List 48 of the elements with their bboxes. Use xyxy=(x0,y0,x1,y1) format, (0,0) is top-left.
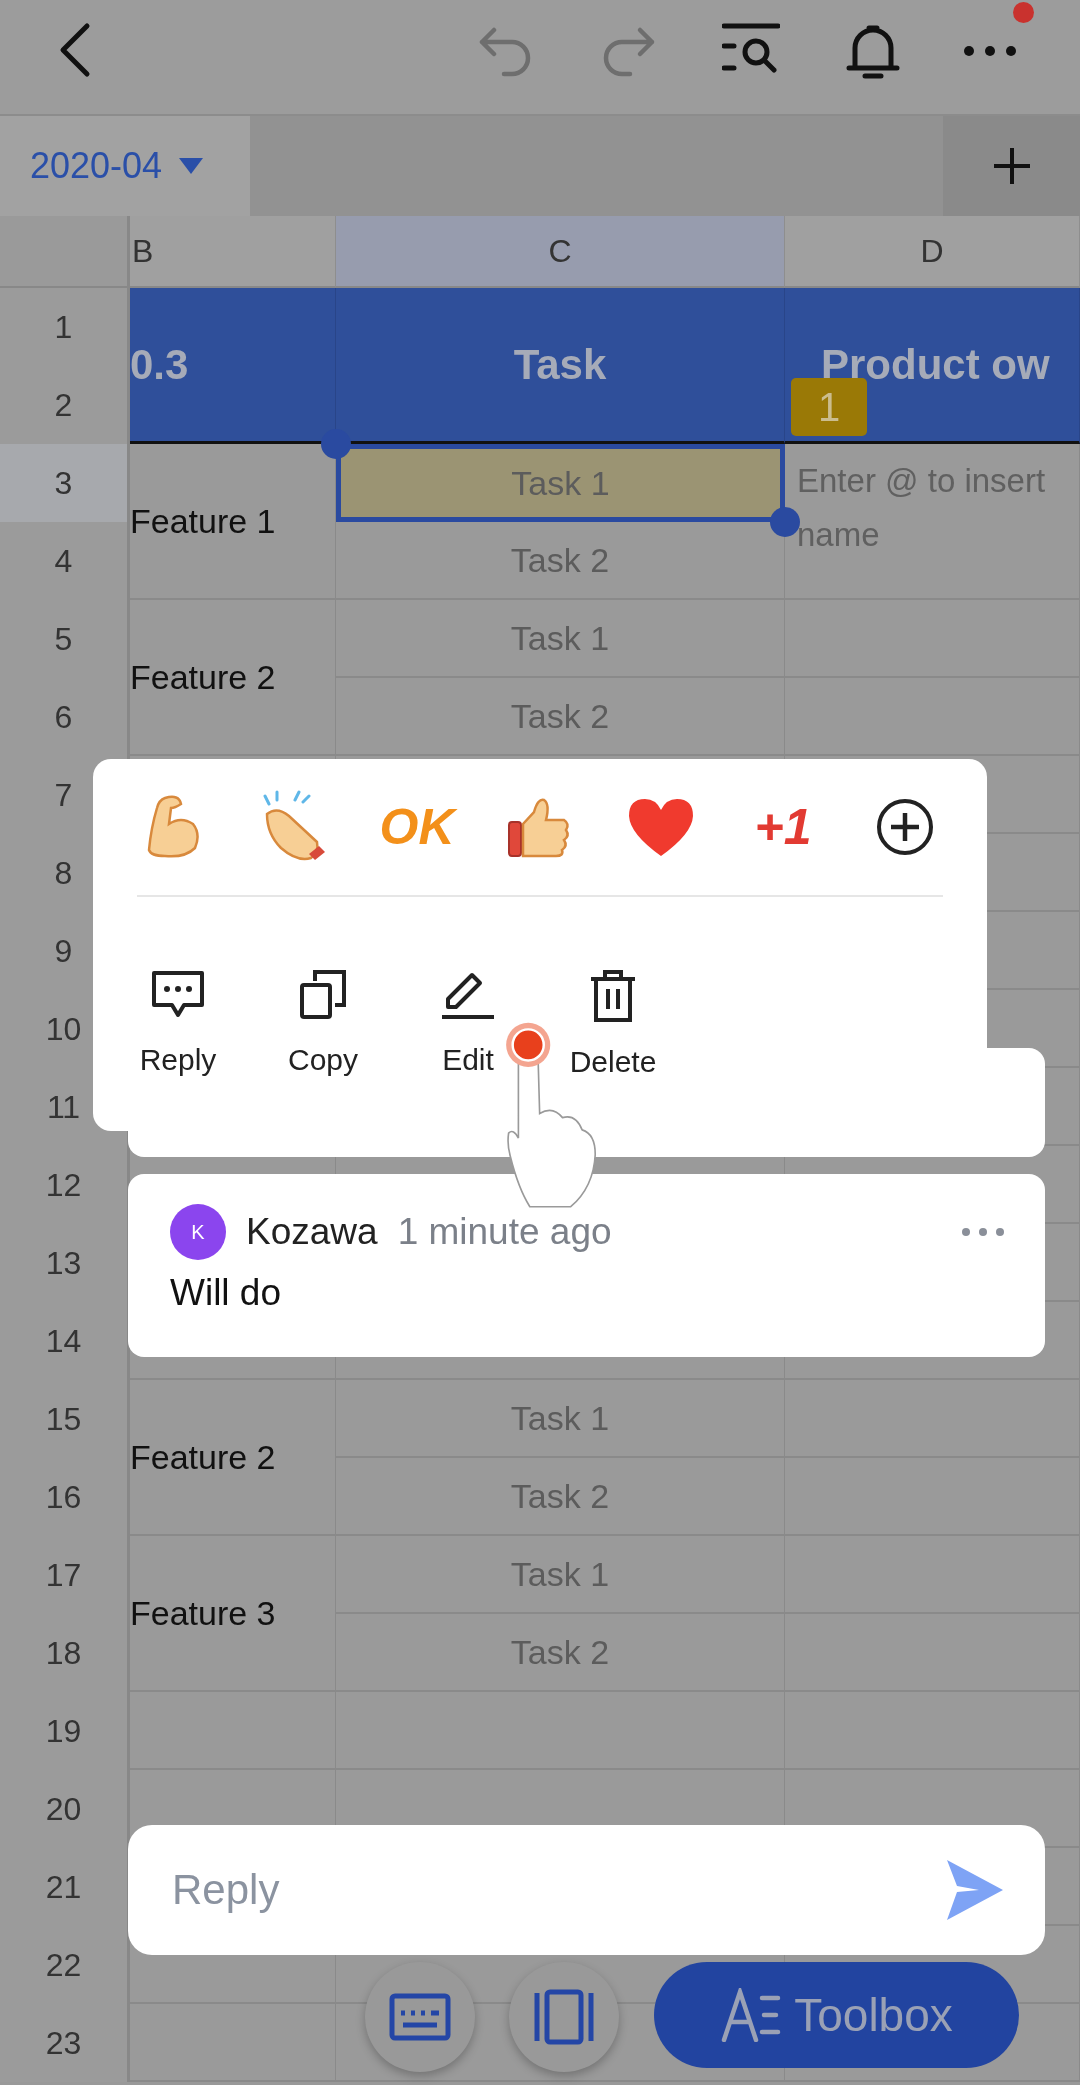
menu-action[interactable]: Reply xyxy=(139,969,217,1079)
notification-dot xyxy=(1013,2,1034,23)
table-cell: Feature 2 xyxy=(130,1380,336,1536)
copy-icon xyxy=(299,969,347,1021)
header-cell: 0.3 xyxy=(130,288,336,444)
keyboard-icon xyxy=(389,1993,451,2041)
table-cell[interactable]: Task 1 xyxy=(336,1536,785,1614)
add-icon xyxy=(876,798,934,856)
reply-input[interactable]: Reply xyxy=(170,1865,945,1915)
more-icon[interactable] xyxy=(961,1227,1005,1237)
reaction-button[interactable]: +1 xyxy=(743,787,823,867)
menu-action[interactable]: Copy xyxy=(287,969,358,1079)
table-cell[interactable]: Task 2 xyxy=(336,1614,785,1692)
sheet-tab[interactable]: 2020-04 xyxy=(0,116,250,216)
table-cell[interactable]: Task 2 xyxy=(336,1458,785,1536)
more-icon[interactable] xyxy=(962,44,1018,58)
menu-action[interactable]: Edit xyxy=(440,969,496,1079)
reaction-button[interactable]: OK xyxy=(377,787,457,867)
dropdown-caret-icon xyxy=(178,157,205,175)
avatar: K xyxy=(170,1204,226,1260)
comment-time: 1 minute ago xyxy=(397,1211,612,1253)
column-header[interactable]: D xyxy=(785,216,1080,288)
text-format-icon xyxy=(720,1988,783,2042)
table-cell[interactable]: Task 1 xyxy=(336,600,785,678)
cell-placeholder[interactable]: Enter @ to insert name xyxy=(797,454,1079,562)
menu-action[interactable]: Delete xyxy=(569,969,657,1079)
reply-field[interactable]: Reply xyxy=(128,1825,1045,1955)
send-icon[interactable] xyxy=(945,1858,1005,1922)
comment-count-badge[interactable]: 1 xyxy=(791,378,867,436)
header-cell: Task xyxy=(336,288,785,444)
row-number: 3 xyxy=(0,444,130,522)
table-cell[interactable]: Task 1 xyxy=(336,444,785,522)
column-header[interactable]: B xyxy=(130,216,336,288)
columns-icon xyxy=(533,1989,595,2045)
column-header[interactable]: C xyxy=(336,216,785,288)
toolbox-button[interactable]: Toolbox xyxy=(654,1962,1019,2068)
comment-text: Will do xyxy=(170,1272,283,1314)
heart-icon xyxy=(626,796,696,858)
table-cell[interactable]: Task 2 xyxy=(336,678,785,756)
corner-cell[interactable] xyxy=(0,216,130,288)
flexed-arm-icon xyxy=(145,794,201,860)
table-cell: Feature 3 xyxy=(130,1536,336,1692)
trash-icon xyxy=(589,969,637,1023)
search-list-icon[interactable] xyxy=(722,22,780,76)
table-cell: Feature 2 xyxy=(130,600,336,756)
plus-icon xyxy=(991,146,1032,186)
comment-author: Kozawa xyxy=(246,1211,378,1253)
table-cell[interactable]: Task 1 xyxy=(336,1380,785,1458)
